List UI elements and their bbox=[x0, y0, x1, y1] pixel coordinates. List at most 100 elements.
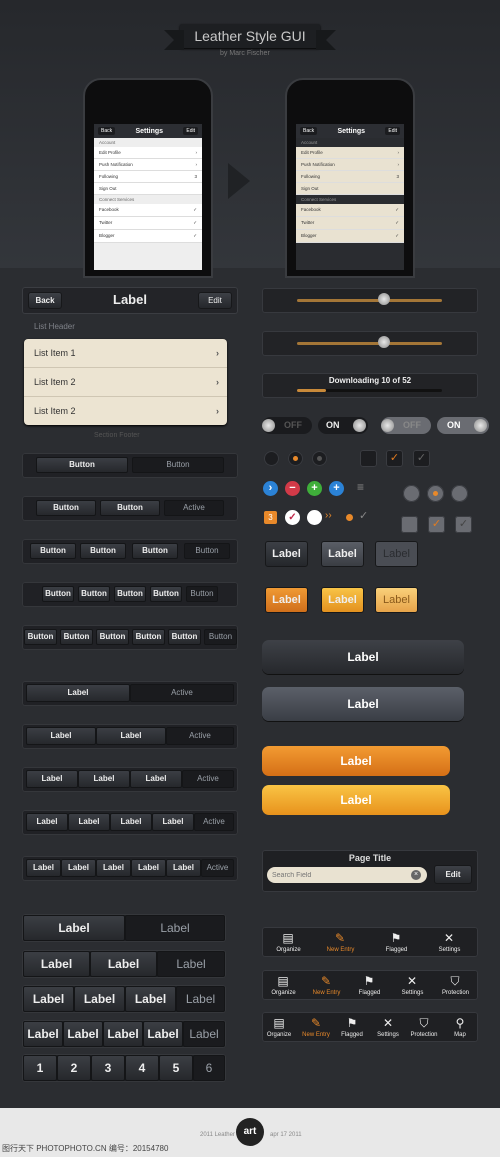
segment-label[interactable]: Label bbox=[26, 684, 130, 702]
tab-new-entry[interactable]: ✎ New Entry bbox=[298, 1012, 334, 1042]
segment-label[interactable]: Label bbox=[23, 1021, 63, 1047]
segment-label[interactable]: Label bbox=[63, 1021, 103, 1047]
segment-button[interactable]: Button bbox=[24, 629, 57, 645]
tab-new-entry[interactable]: ✎ New Entry bbox=[305, 970, 348, 1000]
segment-button[interactable]: Button bbox=[60, 629, 93, 645]
edit-button[interactable]: Edit bbox=[198, 292, 232, 309]
checkbox-light-checked[interactable]: ✓ bbox=[428, 516, 445, 533]
search-edit-button[interactable]: Edit bbox=[434, 865, 472, 884]
big-button-grey[interactable]: Label bbox=[262, 687, 464, 721]
big-button-orange[interactable]: Label bbox=[262, 746, 450, 776]
list-item[interactable]: List Item 1 › bbox=[24, 339, 227, 368]
add-blue-icon[interactable]: + bbox=[329, 481, 344, 496]
clear-icon[interactable]: × bbox=[411, 870, 421, 880]
phone-edit-button[interactable]: Edit bbox=[385, 127, 400, 135]
phone-row[interactable]: Sign Out bbox=[94, 183, 202, 195]
radio-button-selected[interactable] bbox=[288, 451, 303, 466]
label-button-disabled[interactable]: Label bbox=[375, 541, 418, 567]
tab-flagged[interactable]: ⚑ Flagged bbox=[375, 927, 418, 957]
segment-label-active[interactable]: Active bbox=[130, 684, 234, 702]
phone-row[interactable]: Push Notification › bbox=[296, 159, 404, 171]
segment-button[interactable]: Button bbox=[100, 500, 160, 516]
segment-label[interactable]: Label bbox=[26, 813, 68, 831]
radio-light[interactable] bbox=[403, 485, 420, 502]
segment-button[interactable]: Button bbox=[114, 586, 146, 602]
tab-flagged[interactable]: ⚑ Flagged bbox=[334, 1012, 370, 1042]
segment-button[interactable]: Button bbox=[168, 629, 201, 645]
segment-label[interactable]: Label bbox=[131, 859, 166, 877]
segment-button-active[interactable]: Button bbox=[186, 586, 218, 602]
segment-label-active[interactable]: Label bbox=[125, 915, 225, 941]
segment-label-active[interactable]: Active bbox=[201, 859, 234, 877]
checkbox[interactable] bbox=[360, 450, 377, 467]
remove-icon[interactable]: − bbox=[285, 481, 300, 496]
list-item[interactable]: List Item 2 › bbox=[24, 368, 227, 397]
segment-label[interactable]: Label bbox=[96, 859, 131, 877]
page-button[interactable]: 4 bbox=[125, 1055, 159, 1081]
phone-row[interactable]: Edit Profile › bbox=[296, 147, 404, 159]
segment-label[interactable]: Label bbox=[74, 986, 125, 1012]
phone-back-button[interactable]: Back bbox=[300, 127, 318, 135]
segment-button[interactable]: Button bbox=[36, 500, 96, 516]
label-button-amber[interactable]: Label bbox=[321, 587, 364, 613]
tab-map[interactable]: ⚲ Map bbox=[442, 1012, 478, 1042]
segment-label-active[interactable]: Active bbox=[182, 770, 234, 788]
toggle-off-light[interactable]: OFF bbox=[381, 417, 431, 434]
segment-button-active[interactable]: Button bbox=[184, 543, 230, 559]
segment-label[interactable]: Label bbox=[130, 770, 182, 788]
segment-label-active[interactable]: Active bbox=[166, 727, 234, 745]
page-button-active[interactable]: 6 bbox=[193, 1055, 225, 1081]
segment-label[interactable]: Label bbox=[61, 859, 96, 877]
radio-light[interactable] bbox=[451, 485, 468, 502]
segment-button[interactable]: Button bbox=[30, 543, 76, 559]
phone-row[interactable]: Twitter ✓ bbox=[296, 217, 404, 230]
tab-organize[interactable]: ▤ Organize bbox=[267, 927, 310, 957]
phone-row[interactable]: Following 3 bbox=[296, 171, 404, 183]
segment-label[interactable]: Label bbox=[68, 813, 110, 831]
segment-label[interactable]: Label bbox=[23, 951, 90, 977]
segment-label[interactable]: Label bbox=[26, 859, 61, 877]
search-input[interactable] bbox=[267, 867, 427, 883]
segment-label[interactable]: Label bbox=[26, 727, 96, 745]
list-item[interactable]: List Item 2 › bbox=[24, 397, 227, 426]
segment-label[interactable]: Label bbox=[23, 915, 125, 941]
toggle-off[interactable]: OFF bbox=[262, 417, 312, 434]
page-button[interactable]: 5 bbox=[159, 1055, 193, 1081]
big-button-dark[interactable]: Label bbox=[262, 640, 464, 674]
label-button-dark[interactable]: Label bbox=[265, 541, 308, 567]
segment-button[interactable]: Button bbox=[96, 629, 129, 645]
segment-button-active[interactable]: Active bbox=[164, 500, 224, 516]
phone-edit-button[interactable]: Edit bbox=[183, 127, 198, 135]
segment-button-active[interactable]: Button bbox=[204, 629, 237, 645]
phone-row[interactable]: Edit Profile › bbox=[94, 147, 202, 159]
segment-label[interactable]: Label bbox=[125, 986, 176, 1012]
segment-label[interactable]: Label bbox=[26, 770, 78, 788]
segment-label[interactable]: Label bbox=[78, 770, 130, 788]
empty-circle-icon[interactable] bbox=[307, 510, 322, 525]
disclosure-icon[interactable]: › bbox=[263, 481, 278, 496]
segment-button[interactable]: Button bbox=[132, 629, 165, 645]
slider-knob[interactable] bbox=[378, 293, 390, 305]
phone-row[interactable]: Blogger ✓ bbox=[94, 230, 202, 243]
tab-organize[interactable]: ▤ Organize bbox=[262, 970, 305, 1000]
reorder-icon[interactable]: ≡ bbox=[357, 480, 364, 494]
segment-label[interactable]: Label bbox=[152, 813, 194, 831]
page-button[interactable]: 2 bbox=[57, 1055, 91, 1081]
segment-label[interactable]: Label bbox=[166, 859, 201, 877]
tab-new-entry[interactable]: ✎ New Entry bbox=[319, 927, 362, 957]
slider-knob[interactable] bbox=[378, 336, 390, 348]
toggle-on-light[interactable]: ON bbox=[437, 417, 489, 434]
label-button-medium[interactable]: Label bbox=[321, 541, 364, 567]
segment-button[interactable]: Button bbox=[150, 586, 182, 602]
segment-label[interactable]: Label bbox=[143, 1021, 183, 1047]
checkbox-light-checked-dim[interactable]: ✓ bbox=[455, 516, 472, 533]
segment-label[interactable]: Label bbox=[96, 727, 166, 745]
phone-row[interactable]: Sign Out bbox=[296, 183, 404, 195]
segment-label[interactable]: Label bbox=[23, 986, 74, 1012]
add-green-icon[interactable]: + bbox=[307, 481, 322, 496]
check-circle-icon[interactable]: ✓ bbox=[285, 510, 300, 525]
segment-label-active[interactable]: Label bbox=[183, 1021, 225, 1047]
phone-row[interactable]: Push Notification › bbox=[94, 159, 202, 171]
checkbox-checked-dim[interactable]: ✓ bbox=[413, 450, 430, 467]
segment-button[interactable]: Button bbox=[36, 457, 128, 473]
